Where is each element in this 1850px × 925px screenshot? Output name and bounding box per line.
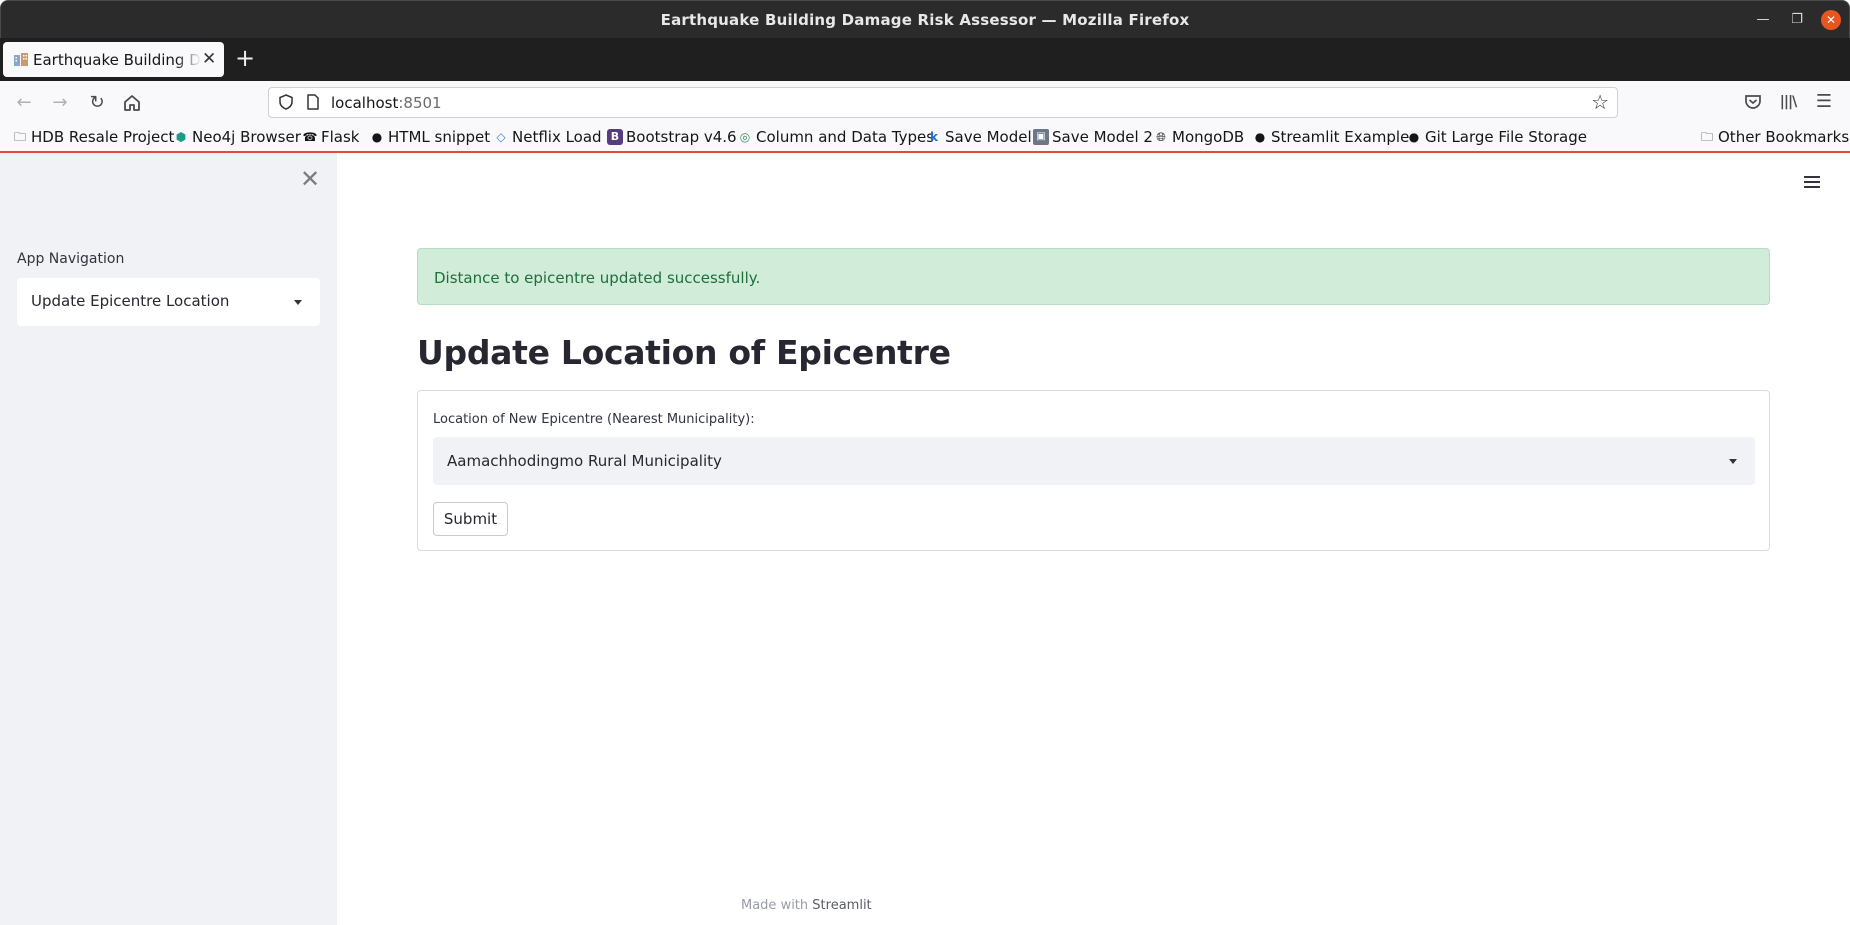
- building-icon: [14, 53, 28, 66]
- municipality-label: Location of New Epicentre (Nearest Munic…: [433, 412, 755, 427]
- folder-icon: 🗀: [13, 130, 26, 144]
- tab-title: Earthquake Building Damage Risk Assessor: [33, 51, 201, 69]
- folder-icon: 🗀: [1700, 130, 1713, 144]
- alert-message: Distance to epicentre updated successful…: [434, 269, 761, 287]
- library-icon[interactable]: |||\: [1776, 90, 1800, 114]
- tab-strip: Earthquake Building Damage Risk Assessor…: [0, 38, 1850, 81]
- github-icon: ●: [1254, 130, 1266, 144]
- chevron-down-icon: [294, 300, 302, 305]
- code-icon: ◇: [496, 130, 506, 144]
- globe-icon: 🌐︎: [1156, 130, 1166, 144]
- bookmark-column-data-types[interactable]: ◎ Column and Data Types: [737, 128, 934, 146]
- close-window-icon[interactable]: ✕: [1821, 10, 1841, 30]
- flask-icon: ☎: [302, 130, 318, 144]
- back-icon[interactable]: ←: [12, 91, 36, 115]
- shield-icon[interactable]: [277, 93, 295, 111]
- page-title: Update Location of Epicentre: [417, 333, 951, 372]
- k-icon: k: [930, 130, 938, 144]
- municipality-select-value: Aamachhodingmo Rural Municipality: [447, 452, 722, 470]
- streamlit-link[interactable]: Streamlit: [812, 898, 871, 913]
- github-icon: ●: [371, 130, 383, 144]
- pocket-icon[interactable]: [1741, 90, 1765, 114]
- close-sidebar-icon[interactable]: ✕: [300, 167, 320, 191]
- footer: Made with Streamlit: [741, 898, 872, 913]
- bookmark-save-model[interactable]: k Save Model: [926, 128, 1032, 146]
- bookmark-streamlit-example[interactable]: ● Streamlit Example: [1252, 128, 1410, 146]
- target-icon: ◎: [739, 130, 751, 144]
- page-select[interactable]: Update Epicentre Location: [17, 278, 320, 326]
- success-alert: Distance to epicentre updated successful…: [417, 248, 1770, 305]
- bootstrap-icon: B: [607, 129, 623, 145]
- image-icon: ▣: [1033, 129, 1049, 145]
- minimize-icon[interactable]: —: [1753, 10, 1773, 30]
- home-icon[interactable]: [120, 91, 144, 115]
- window-titlebar: Earthquake Building Damage Risk Assessor…: [0, 0, 1850, 38]
- address-bar[interactable]: localhost:8501 ☆: [268, 87, 1618, 118]
- page-icon[interactable]: [304, 93, 322, 111]
- url-text[interactable]: localhost:8501: [331, 94, 442, 112]
- bookmark-git-lfs[interactable]: ● Git Large File Storage: [1406, 128, 1587, 146]
- bookmark-html-snippet[interactable]: ● HTML snippet: [369, 128, 490, 146]
- navigation-toolbar: ← → ↻ localhost:8501 ☆ |||\ ☰: [0, 81, 1850, 124]
- sidebar-nav-label: App Navigation: [17, 251, 125, 267]
- bookmark-mongodb[interactable]: 🌐︎ MongoDB: [1153, 128, 1244, 146]
- bookmark-save-model-2[interactable]: ▣ Save Model 2: [1033, 128, 1153, 146]
- hamburger-menu-icon[interactable]: [1801, 170, 1825, 194]
- bookmark-flask[interactable]: ☎ Flask: [302, 128, 360, 146]
- municipality-select[interactable]: Aamachhodingmo Rural Municipality: [433, 437, 1755, 485]
- neo4j-icon: ⬢: [175, 130, 187, 144]
- forward-icon[interactable]: →: [48, 91, 72, 115]
- chevron-down-icon: [1729, 459, 1737, 464]
- bookmark-neo4j-browser[interactable]: ⬢ Neo4j Browser: [173, 128, 301, 146]
- window-title: Earthquake Building Damage Risk Assessor…: [660, 11, 1190, 29]
- bookmarks-toolbar: 🗀 HDB Resale Project ⬢ Neo4j Browser ☎ Flas…: [0, 124, 1850, 153]
- browser-tab[interactable]: Earthquake Building Damage Risk Assessor…: [3, 42, 224, 77]
- submit-button[interactable]: Submit: [433, 502, 508, 536]
- github-icon: ●: [1408, 130, 1420, 144]
- bookmark-bootstrap[interactable]: B Bootstrap v4.6: [607, 128, 737, 146]
- bookmark-netflix-load[interactable]: ◇ Netflix Load: [493, 128, 601, 146]
- other-bookmarks[interactable]: 🗀 Other Bookmarks: [1699, 128, 1849, 146]
- reload-icon[interactable]: ↻: [85, 91, 109, 115]
- bookmark-star-icon[interactable]: ☆: [1591, 90, 1609, 114]
- app-menu-icon[interactable]: ☰: [1812, 90, 1836, 114]
- bookmark-hdb-resale-project[interactable]: 🗀 HDB Resale Project: [12, 128, 174, 146]
- new-tab-button[interactable]: +: [235, 46, 255, 70]
- maximize-icon[interactable]: ❐: [1787, 10, 1807, 30]
- epicentre-form: Location of New Epicentre (Nearest Munic…: [417, 390, 1770, 551]
- page-select-value: Update Epicentre Location: [31, 292, 230, 310]
- sidebar: ✕ App Navigation Update Epicentre Locati…: [0, 153, 337, 925]
- tab-close-icon[interactable]: ✕: [202, 49, 216, 69]
